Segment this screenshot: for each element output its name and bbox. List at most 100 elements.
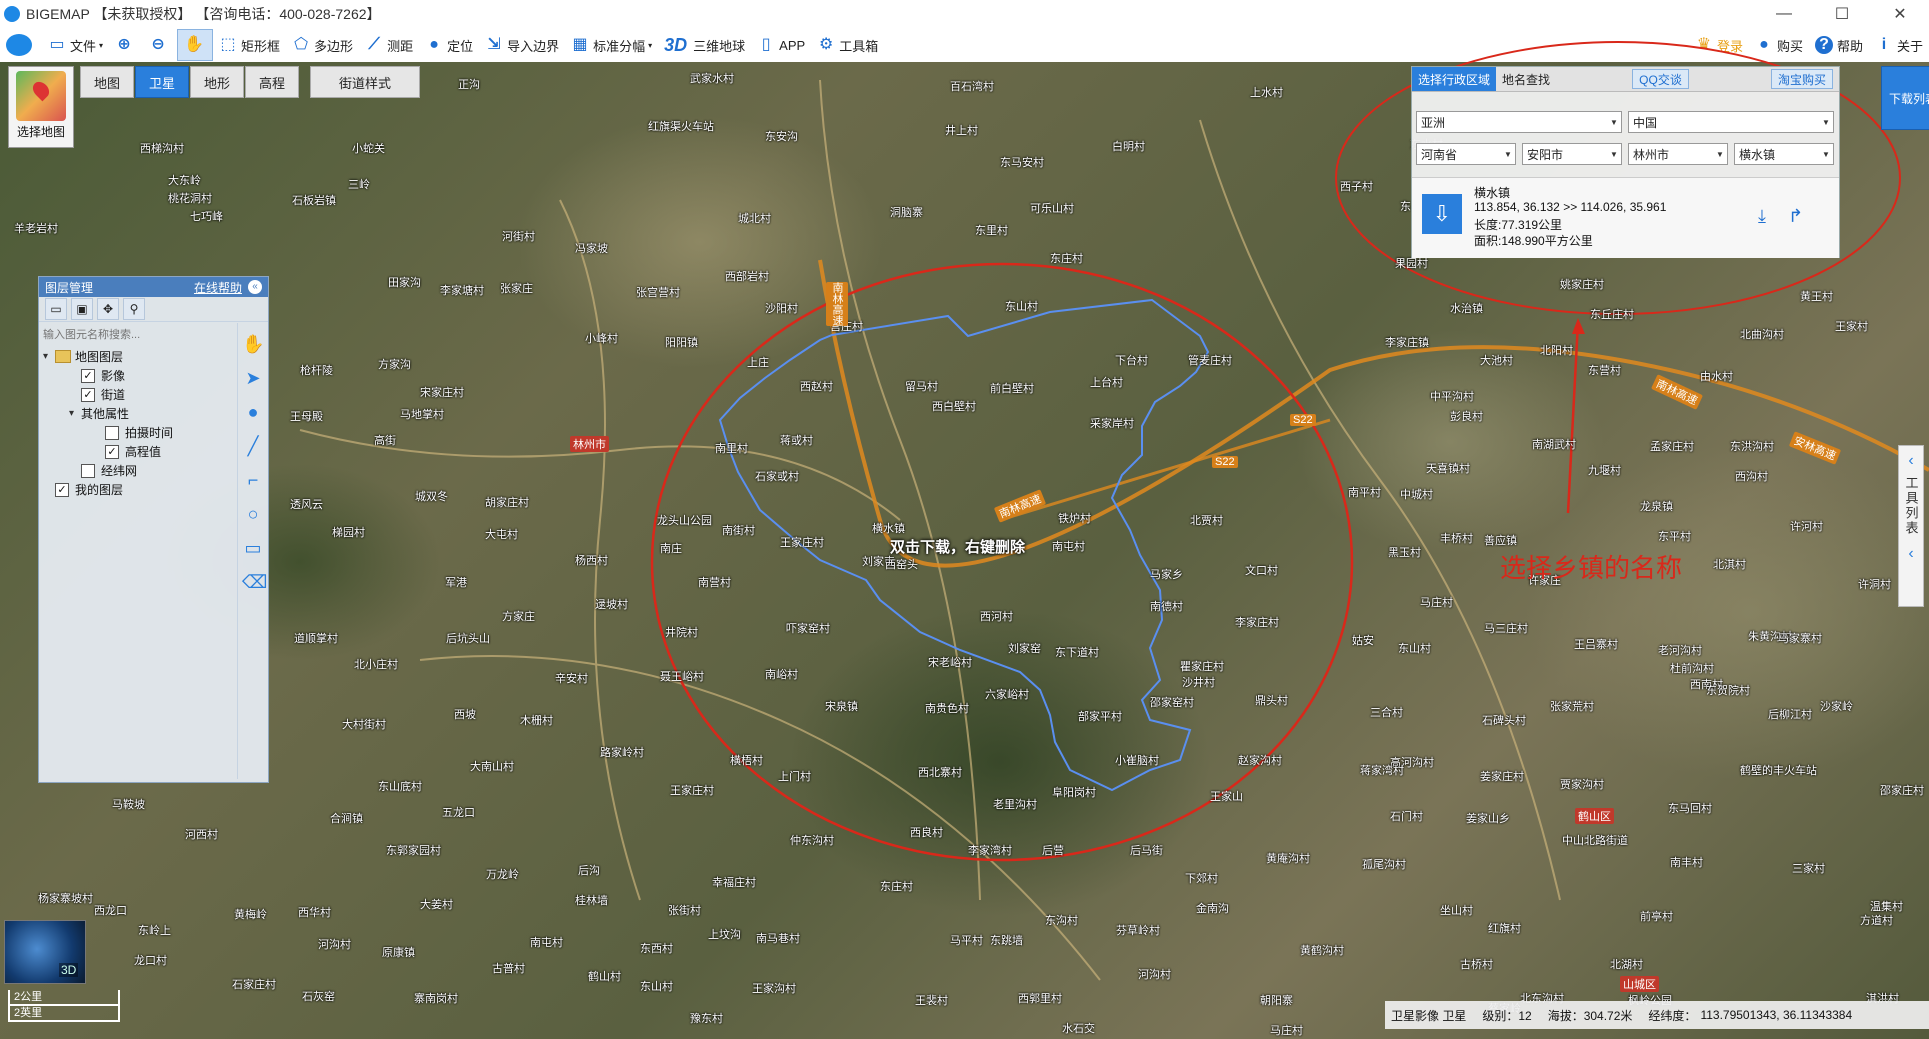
chevron-left-icon[interactable]: ‹ <box>1899 545 1923 563</box>
continent-select[interactable]: 亚洲 ▼ <box>1416 111 1622 133</box>
tree-item-my-layers[interactable]: ✓ 我的图层 <box>41 480 231 499</box>
tab-place-search[interactable]: 地名查找 <box>1496 67 1556 91</box>
place-label: 七巧峰 <box>190 211 223 223</box>
place-label: 梯园村 <box>332 527 365 539</box>
pin-icon[interactable]: ● <box>242 401 264 423</box>
place-label: 上台村 <box>1090 377 1123 389</box>
download-list-button[interactable]: 下载列表 <box>1881 66 1929 130</box>
town-select[interactable]: 横水镇 ▼ <box>1734 143 1834 165</box>
place-label: 坐山村 <box>1440 905 1473 917</box>
open-folder-icon[interactable]: ▭ <box>45 298 67 320</box>
tab-map[interactable]: 地图 <box>80 66 134 98</box>
status-level: 级别：12 <box>1482 1008 1532 1023</box>
online-help-link[interactable]: 在线帮助 <box>194 279 242 296</box>
download-arrow-icon[interactable]: ⤓ <box>1758 206 1766 227</box>
eraser-icon[interactable]: ⌫ <box>242 571 267 593</box>
share-arrow-icon[interactable]: ↱ <box>1788 206 1803 227</box>
place-label: 黄鹤沟村 <box>1300 945 1344 957</box>
place-label: 沙家岭 <box>1820 701 1853 713</box>
line-icon[interactable]: ╱ <box>242 435 264 457</box>
place-label: 南街村 <box>722 525 755 537</box>
place-label: 阳阳镇 <box>665 337 698 349</box>
tree-item-other-attrs[interactable]: ▾ 其他属性 <box>41 404 231 423</box>
collapse-panel-icon[interactable]: « <box>248 280 262 294</box>
place-label: 王家庄村 <box>780 537 824 549</box>
city-select[interactable]: 安阳市 ▼ <box>1522 143 1622 165</box>
place-label: 马三庄村 <box>1484 623 1528 635</box>
place-label: 大池村 <box>1480 355 1513 367</box>
taobao-buy-button[interactable]: 淘宝购买 <box>1770 69 1833 89</box>
download-icon[interactable]: ⇩ <box>1422 194 1462 234</box>
place-label: 丰桥村 <box>1440 533 1473 545</box>
place-label: 下郊村 <box>1185 873 1218 885</box>
place-label: 马家寨村 <box>1778 633 1822 645</box>
polyline-icon[interactable]: ⌐ <box>242 469 264 491</box>
country-select[interactable]: 中国 ▼ <box>1628 111 1834 133</box>
tree-item-imagery[interactable]: ✓ 影像 <box>41 366 231 385</box>
tab-satellite[interactable]: 卫星 <box>135 66 189 98</box>
checkbox-unchecked[interactable] <box>81 463 95 478</box>
place-label: 石碑头村 <box>1482 715 1526 727</box>
place-label: 正沟 <box>458 79 480 91</box>
tab-street-style[interactable]: 街道样式 <box>310 66 420 98</box>
place-label: 三合村 <box>1370 707 1403 719</box>
select-map-button[interactable]: 选择地图 <box>8 66 74 148</box>
circle-icon[interactable]: ○ <box>242 503 264 525</box>
place-label: 马鞍坡 <box>112 799 145 811</box>
tree-item-graticule[interactable]: 经纬网 <box>41 461 231 480</box>
county-select[interactable]: 林州市 ▼ <box>1628 143 1728 165</box>
place-label: 河街村 <box>502 231 535 243</box>
tree-item-capture-time[interactable]: 拍摄时间 <box>41 423 231 442</box>
layer-search-input[interactable] <box>41 324 231 346</box>
place-label: 东山村 <box>640 981 673 993</box>
tab-elevation[interactable]: 高程 <box>245 66 299 98</box>
place-label: 金南沟 <box>1196 903 1229 915</box>
place-label: 鹤山村 <box>588 971 621 983</box>
tree-item-elevation[interactable]: ✓ 高程值 <box>41 442 231 461</box>
globe-thumbnail[interactable]: 3D <box>4 920 86 984</box>
province-select[interactable]: 河南省 ▼ <box>1416 143 1516 165</box>
tree-item-map-layers[interactable]: ▾ 地图图层 <box>41 347 231 366</box>
settings-icon[interactable]: ✥ <box>97 298 119 320</box>
place-label: 西良村 <box>910 827 943 839</box>
status-bar: 卫星影像 卫星 级别：12 海拔：304.72米 经纬度： 113.795013… <box>1385 1001 1929 1029</box>
place-label: 高街 <box>374 435 396 447</box>
place-label: 大姜村 <box>420 899 453 911</box>
tool-list-strip[interactable]: ‹ 工具列表 ‹ <box>1898 445 1924 607</box>
result-name: 横水镇 <box>1474 186 1511 200</box>
place-label: 幸福庄村 <box>712 877 756 889</box>
place-label: 小蛇关 <box>352 143 385 155</box>
tree-item-streets[interactable]: ✓ 街道 <box>41 385 231 404</box>
result-area: 面积:148.990平方公里 <box>1474 234 1593 248</box>
region-result-card[interactable]: ⇩ 横水镇 113.854, 36.132 >> 114.026, 35.961… <box>1412 177 1839 258</box>
place-label: 桂林墙 <box>575 895 608 907</box>
place-label: 吓家窑村 <box>786 623 830 635</box>
place-label: 南湖武村 <box>1532 439 1576 451</box>
tab-terrain[interactable]: 地形 <box>190 66 244 98</box>
tool-list-label: 工具列表 <box>1903 476 1919 536</box>
search-icon[interactable]: ⚲ <box>123 298 145 320</box>
save-icon[interactable]: ▣ <box>71 298 93 320</box>
chevron-left-icon[interactable]: ‹ <box>1899 452 1923 470</box>
checkbox-unchecked[interactable] <box>105 425 119 440</box>
place-label: 东山村 <box>1398 643 1431 655</box>
place-label: 中平沟村 <box>1430 391 1474 403</box>
place-label: 后沟 <box>578 865 600 877</box>
place-label: 东下道村 <box>1055 647 1099 659</box>
rectangle-icon[interactable]: ▭ <box>242 537 264 559</box>
tab-select-region[interactable]: 选择行政区域 <box>1412 67 1497 91</box>
qq-chat-button[interactable]: QQ交谈 <box>1632 69 1689 89</box>
place-label: 大东岭 <box>168 175 201 187</box>
hand-icon[interactable]: ✋ <box>242 333 264 355</box>
checkbox-checked[interactable]: ✓ <box>81 387 95 402</box>
checkbox-checked[interactable]: ✓ <box>55 482 69 497</box>
place-label: 东郭家园村 <box>386 845 441 857</box>
checkbox-checked[interactable]: ✓ <box>81 368 95 383</box>
place-label: 西坡 <box>454 709 476 721</box>
pointer-icon[interactable]: ➤ <box>242 367 264 389</box>
region-panel-tabs: 选择行政区域 地名查找 QQ交谈 淘宝购买 <box>1412 67 1839 92</box>
place-label: 南平村 <box>1348 487 1381 499</box>
checkbox-checked[interactable]: ✓ <box>105 444 119 459</box>
place-label: 北贾村 <box>1190 515 1223 527</box>
place-label: 杨西村 <box>575 555 608 567</box>
